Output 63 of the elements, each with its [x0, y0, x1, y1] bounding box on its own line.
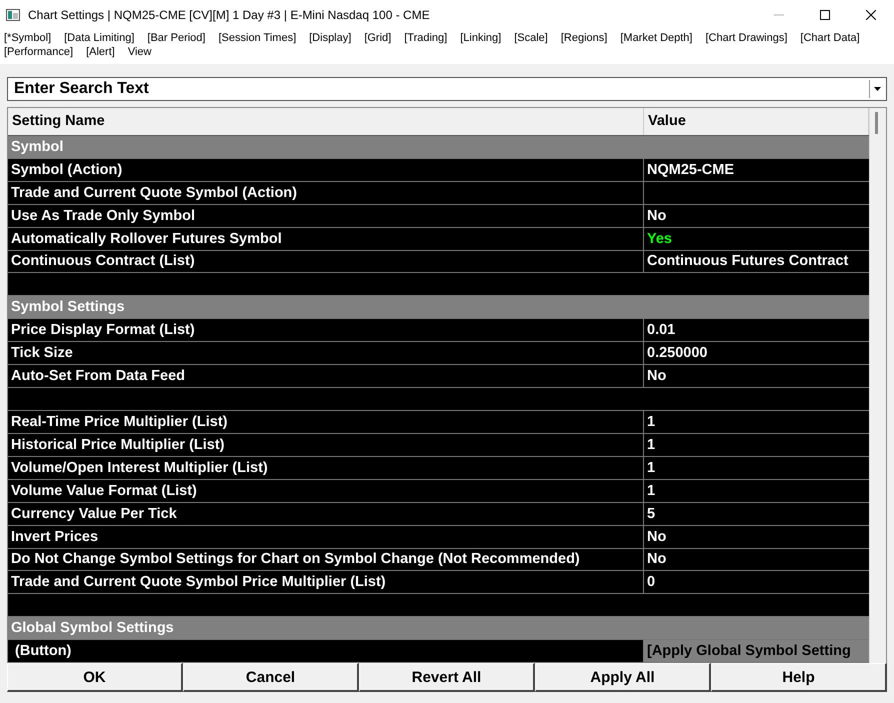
setting-name[interactable]: Continuous Contract (List) [8, 250, 644, 272]
settings-tab[interactable]: [Trading] [404, 32, 448, 44]
app-icon [6, 9, 20, 21]
dialog-button[interactable]: Help [711, 663, 887, 692]
setting-value[interactable]: No [647, 208, 666, 224]
dialog-button[interactable]: OK [7, 663, 183, 692]
dialog-button[interactable]: Apply All [535, 663, 711, 692]
setting-value[interactable]: No [647, 528, 666, 545]
settings-tab[interactable]: [Performance] [4, 46, 74, 58]
dropdown-arrow-icon[interactable] [874, 87, 880, 91]
setting-name[interactable]: Symbol (Action) [8, 158, 644, 181]
setting-value[interactable]: 1 [647, 414, 656, 430]
setting-value[interactable]: No [647, 368, 666, 384]
setting-value[interactable]: 0 [647, 574, 656, 590]
setting-name[interactable]: Automatically Rollover Futures Symbol [8, 228, 644, 250]
setting-value[interactable]: NQM25-CME [647, 162, 734, 178]
settings-tab[interactable]: [Grid] [364, 32, 392, 44]
setting-value[interactable]: Continuous Futures Contract [647, 253, 848, 270]
settings-tab[interactable]: [Chart Data] [800, 32, 860, 44]
settings-tab[interactable]: [Session Times] [218, 32, 296, 44]
section-header: Symbol Settings [8, 296, 869, 320]
close-icon[interactable] [866, 10, 876, 20]
setting-name[interactable]: Real-Time Price Multiplier (List) [8, 410, 644, 433]
setting-name[interactable]: Trade and Current Quote Symbol Price Multiplier (List) [8, 571, 644, 594]
settings-tab[interactable]: [Chart Drawings] [705, 32, 788, 44]
column-header[interactable]: Setting Name [8, 108, 644, 135]
setting-name[interactable]: Historical Price Multiplier (List) [8, 434, 644, 456]
search-input[interactable]: Enter Search Text [8, 79, 869, 99]
setting-name[interactable]: Currency Value Per Tick [8, 502, 644, 525]
settings-tab[interactable]: [Alert] [86, 46, 115, 58]
setting-value[interactable]: 1 [647, 436, 656, 453]
settings-tab[interactable]: [*Symbol] [4, 32, 52, 44]
setting-name[interactable]: Use As Trade Only Symbol [8, 204, 644, 227]
setting-value[interactable]: 1 [647, 482, 656, 499]
section-header: Global Symbol Settings [8, 617, 869, 640]
setting-value[interactable]: 0.01 [647, 322, 676, 338]
settings-tab[interactable]: [Market Depth] [620, 32, 692, 44]
setting-name[interactable]: Volume Value Format (List) [8, 480, 644, 502]
setting-value[interactable]: 1 [647, 460, 656, 476]
search-field[interactable]: Enter Search Text [7, 77, 887, 101]
setting-name[interactable]: Volume/Open Interest Multiplier (List) [8, 456, 644, 479]
settings-tab[interactable]: [Display] [309, 32, 352, 44]
settings-tab[interactable]: [Scale] [514, 32, 548, 44]
setting-value[interactable]: No [647, 551, 666, 568]
setting-name[interactable]: Do Not Change Symbol Settings for Chart on Symbol Change (Not Recommended) [8, 548, 644, 570]
settings-tab[interactable]: View [128, 46, 152, 58]
setting-name[interactable]: Invert Prices [8, 526, 644, 548]
setting-value[interactable]: 0.250000 [647, 345, 708, 362]
dialog-button[interactable]: Cancel [183, 663, 359, 692]
settings-tab[interactable]: [Data Limiting] [64, 32, 134, 44]
apply-global-button[interactable]: [Apply Global Symbol Setting [644, 640, 869, 662]
window-title: Chart Settings | NQM25-CME [CV][M] 1 Day #3 | E-Mini Nasdaq 100 - CME [28, 8, 431, 22]
setting-value[interactable]: 5 [647, 506, 656, 522]
dialog-button[interactable]: Revert All [359, 663, 535, 692]
settings-tab[interactable]: [Bar Period] [147, 32, 206, 44]
maximize-icon[interactable] [820, 10, 830, 20]
setting-name[interactable]: Price Display Format (List) [8, 319, 644, 342]
section-header: Symbol [8, 136, 869, 159]
setting-name[interactable]: Auto-Set From Data Feed [8, 365, 644, 388]
settings-tab[interactable]: [Regions] [560, 32, 608, 44]
settings-tab[interactable]: [Linking] [460, 32, 502, 44]
setting-name[interactable]: Tick Size [8, 342, 644, 364]
setting-value[interactable]: Yes [647, 230, 672, 247]
